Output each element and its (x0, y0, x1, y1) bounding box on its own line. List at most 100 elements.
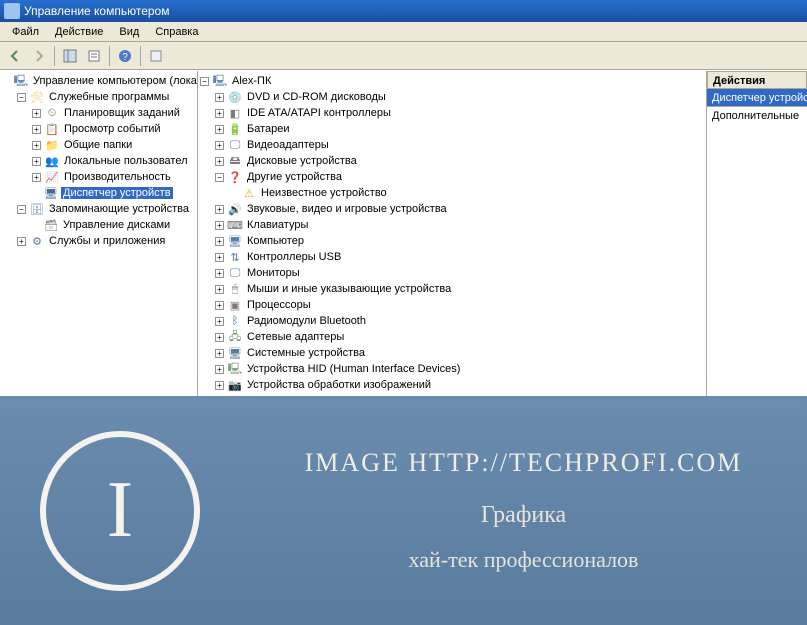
properties-button[interactable] (83, 45, 105, 67)
expand-icon[interactable]: + (215, 301, 224, 310)
controller-icon: ◧ (227, 105, 243, 121)
collapse-icon[interactable]: − (17, 205, 26, 214)
collapse-icon[interactable]: − (200, 77, 209, 86)
device-computer[interactable]: +🖥Компьютер (200, 233, 704, 249)
expand-icon[interactable]: + (215, 237, 224, 246)
collapse-icon[interactable]: − (215, 173, 224, 182)
toolbar-separator (54, 46, 55, 66)
device-hid[interactable]: +🖳Устройства HID (Human Interface Device… (200, 361, 704, 377)
expand-icon[interactable]: + (215, 269, 224, 278)
other-devices-icon: ❓ (227, 169, 243, 185)
help-button[interactable]: ? (114, 45, 136, 67)
expand-icon[interactable]: + (32, 141, 41, 150)
expand-icon[interactable]: + (215, 93, 224, 102)
expand-icon[interactable]: + (215, 365, 224, 374)
menu-help[interactable]: Справка (147, 24, 206, 40)
device-network[interactable]: +🖧Сетевые адаптеры (200, 329, 704, 345)
expand-icon[interactable]: + (215, 157, 224, 166)
help-icon: ? (118, 49, 132, 63)
tree-label: Неизвестное устройство (259, 187, 389, 199)
device-unknown[interactable]: ⚠Неизвестное устройство (200, 185, 704, 201)
device-monitor[interactable]: +🖵Мониторы (200, 265, 704, 281)
tree-label: Alex-ПК (230, 75, 273, 87)
expand-icon[interactable]: + (32, 125, 41, 134)
tree-device-manager[interactable]: 🖥Диспетчер устройств (2, 185, 195, 201)
expand-icon[interactable]: + (215, 141, 224, 150)
tree-label: Сетевые адаптеры (245, 331, 346, 343)
performance-icon: 📈 (44, 169, 60, 185)
menu-file[interactable]: Файл (4, 24, 47, 40)
device-tree-panel[interactable]: −🖳Alex-ПК +💿DVD и CD-ROM дисководы +◧IDE… (198, 71, 707, 396)
tree-shared-folders[interactable]: +📁Общие папки (2, 137, 195, 153)
battery-icon: 🔋 (227, 121, 243, 137)
device-keyboard[interactable]: +⌨Клавиатуры (200, 217, 704, 233)
expand-icon[interactable]: + (215, 349, 224, 358)
actions-more-link[interactable]: Дополнительные (707, 107, 807, 125)
window-titlebar: Управление компьютером (0, 0, 807, 22)
tree-label: Устройства HID (Human Interface Devices) (245, 363, 462, 375)
device-other[interactable]: −❓Другие устройства (200, 169, 704, 185)
tree-label: Производительность (62, 171, 173, 183)
device-video[interactable]: +🖵Видеоадаптеры (200, 137, 704, 153)
expand-icon[interactable]: + (215, 381, 224, 390)
expand-icon[interactable]: + (215, 109, 224, 118)
computer-icon: 🖥 (227, 233, 243, 249)
tree-system-tools[interactable]: −🛠Служебные программы (2, 89, 195, 105)
tree-label: Видеоадаптеры (245, 139, 331, 151)
tree-label: Диспетчер устройств (61, 187, 173, 199)
tree-scheduler[interactable]: +⏲Планировщик заданий (2, 105, 195, 121)
tree-label: Другие устройства (245, 171, 344, 183)
collapse-icon[interactable]: − (17, 93, 26, 102)
device-ide[interactable]: +◧IDE ATA/ATAPI контроллеры (200, 105, 704, 121)
device-usb[interactable]: +⇅Контроллеры USB (200, 249, 704, 265)
folder-icon: 📁 (44, 137, 60, 153)
tree-event-viewer[interactable]: +📋Просмотр событий (2, 121, 195, 137)
device-root[interactable]: −🖳Alex-ПК (200, 73, 704, 89)
scheduler-icon: ⏲ (44, 105, 60, 121)
tree-label: Управление дисками (61, 219, 172, 231)
tree-label: Управление компьютером (лока (31, 75, 198, 87)
device-dvd[interactable]: +💿DVD и CD-ROM дисководы (200, 89, 704, 105)
expand-icon[interactable]: + (215, 285, 224, 294)
tree-label: Общие папки (62, 139, 134, 151)
expand-icon[interactable]: + (17, 237, 26, 246)
back-button[interactable] (4, 45, 26, 67)
device-imaging[interactable]: +📷Устройства обработки изображений (200, 377, 704, 393)
device-mouse[interactable]: +🖱Мыши и иные указывающие устройства (200, 281, 704, 297)
expand-icon[interactable]: + (215, 253, 224, 262)
tree-root[interactable]: 🖳Управление компьютером (лока (2, 73, 195, 89)
show-hide-tree-button[interactable] (59, 45, 81, 67)
tree-label: Звуковые, видео и игровые устройства (245, 203, 449, 215)
expand-icon[interactable]: + (215, 317, 224, 326)
network-icon: 🖧 (227, 329, 243, 345)
tree-performance[interactable]: +📈Производительность (2, 169, 195, 185)
tree-label: Радиомодули Bluetooth (245, 315, 368, 327)
device-system[interactable]: +🖥Системные устройства (200, 345, 704, 361)
tree-storage[interactable]: −🗄Запоминающие устройства (2, 201, 195, 217)
device-battery[interactable]: +🔋Батареи (200, 121, 704, 137)
expand-icon[interactable]: + (215, 125, 224, 134)
tree-label: Устройства обработки изображений (245, 379, 433, 391)
device-bluetooth[interactable]: +ᛒРадиомодули Bluetooth (200, 313, 704, 329)
tree-disk-mgmt[interactable]: 🗃Управление дисками (2, 217, 195, 233)
actions-header: Действия (707, 71, 807, 89)
device-disk[interactable]: +🖴Дисковые устройства (200, 153, 704, 169)
forward-button[interactable] (28, 45, 50, 67)
watermark-text: IMAGE HTTP://TECHPROFI.COM Графика хай-т… (240, 448, 807, 573)
menu-action[interactable]: Действие (47, 24, 111, 40)
device-sound[interactable]: +🔊Звуковые, видео и игровые устройства (200, 201, 704, 217)
expand-icon[interactable]: + (215, 205, 224, 214)
expand-icon[interactable]: + (32, 109, 41, 118)
event-icon: 📋 (44, 121, 60, 137)
menu-view[interactable]: Вид (111, 24, 147, 40)
left-tree-panel[interactable]: 🖳Управление компьютером (лока −🛠Служебны… (0, 71, 198, 396)
refresh-button[interactable] (145, 45, 167, 67)
actions-active-item[interactable]: Диспетчер устройс (707, 89, 807, 107)
expand-icon[interactable]: + (215, 221, 224, 230)
expand-icon[interactable]: + (32, 157, 41, 166)
tree-local-users[interactable]: +👥Локальные пользовател (2, 153, 195, 169)
device-cpu[interactable]: +▣Процессоры (200, 297, 704, 313)
expand-icon[interactable]: + (32, 173, 41, 182)
tree-services[interactable]: +⚙Службы и приложения (2, 233, 195, 249)
expand-icon[interactable]: + (215, 333, 224, 342)
